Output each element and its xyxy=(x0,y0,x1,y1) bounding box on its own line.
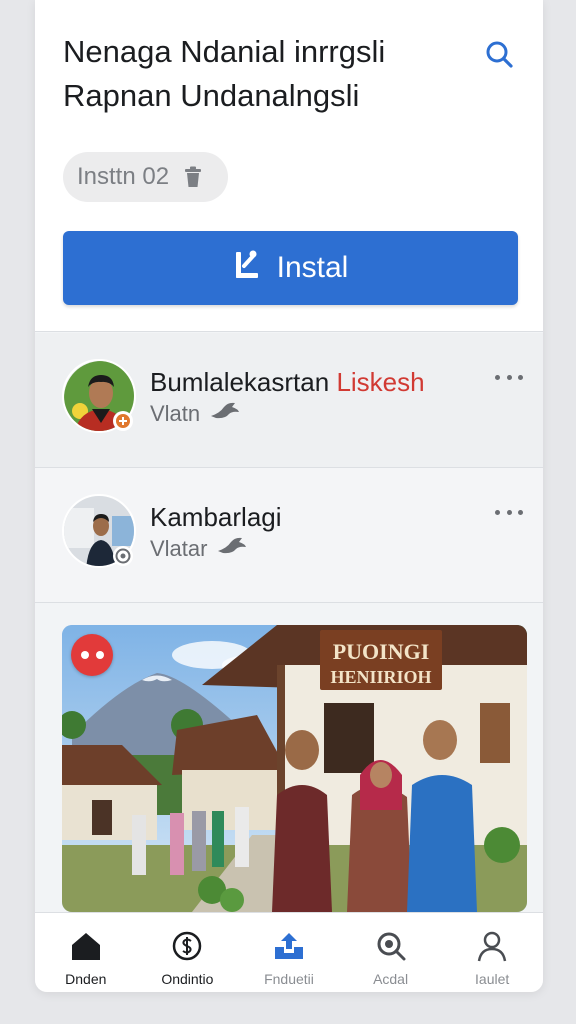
photo-card[interactable]: PUOINGI HENIIRIOH xyxy=(62,625,527,912)
app-screen: Nenaga Ndanial inrrgsli Rapnan Undanalng… xyxy=(35,0,543,992)
nav-item-currency[interactable]: Ondintio xyxy=(137,913,239,992)
item-subtitle-text: Vlatar xyxy=(150,536,208,561)
bottom-navigation: Dnden Ondintio Fnduetii Acdal Iaulet xyxy=(35,912,543,992)
photo-menu-button[interactable] xyxy=(71,634,113,676)
nav-label: Dnden xyxy=(65,971,107,987)
nav-item-search[interactable]: Acdal xyxy=(340,913,442,992)
list-item[interactable]: Bumlalekasrtan Liskesh Vlatn xyxy=(35,333,543,468)
more-options-button[interactable] xyxy=(495,504,523,520)
app-title-line1: Nenaga Ndanial inrrgsli xyxy=(63,34,386,69)
install-icon xyxy=(233,248,261,288)
sign-line2: HENIIRIOH xyxy=(330,667,431,687)
nav-item-upload[interactable]: Fnduetii xyxy=(238,913,340,992)
search-button[interactable] xyxy=(483,38,515,70)
nav-item-profile[interactable]: Iaulet xyxy=(441,913,543,992)
nav-label: Iaulet xyxy=(475,971,510,987)
item-name: Kambarlagi xyxy=(150,502,282,533)
item-subtitle: Vlatar xyxy=(150,536,247,562)
install-button[interactable]: Instal xyxy=(63,231,518,305)
upload-icon xyxy=(272,929,306,963)
home-icon xyxy=(69,929,103,963)
profile-icon xyxy=(475,929,509,963)
nav-item-home[interactable]: Dnden xyxy=(35,913,137,992)
item-name-accent: Liskesh xyxy=(336,367,425,397)
install-label: Instal xyxy=(276,251,349,284)
install-count-chip[interactable]: Insttn 02 xyxy=(63,152,228,202)
sign-line1: PUOINGI xyxy=(333,639,430,664)
nav-label: Acdal xyxy=(373,971,409,987)
app-header: Nenaga Ndanial inrrgsli Rapnan Undanalng… xyxy=(35,0,543,332)
more-options-button[interactable] xyxy=(495,369,523,385)
item-subtitle-text: Vlatn xyxy=(150,401,201,426)
item-name: Bumlalekasrtan Liskesh xyxy=(150,367,425,398)
nav-label: Fnduetii xyxy=(264,971,314,987)
item-subtitle: Vlatn xyxy=(150,401,240,427)
avatar-status-icon xyxy=(113,546,133,566)
nav-label: Ondintio xyxy=(161,971,214,987)
village-photo: PUOINGI HENIIRIOH xyxy=(62,625,527,912)
avatar-status-icon xyxy=(113,411,133,431)
bird-icon xyxy=(217,536,247,562)
trash-icon xyxy=(183,166,203,188)
bird-icon xyxy=(210,401,240,427)
app-title-line2: Rapnan Undanalngsli xyxy=(63,78,360,113)
search-icon xyxy=(486,41,513,68)
item-name-main: Bumlalekasrtan xyxy=(150,367,330,397)
list-item[interactable]: Kambarlagi Vlatar xyxy=(35,468,543,603)
item-name-main: Kambarlagi xyxy=(150,502,282,532)
chip-label: Insttn 02 xyxy=(77,163,170,190)
app-title: Nenaga Ndanial inrrgsli Rapnan Undanalng… xyxy=(63,30,463,118)
more-dots-icon xyxy=(80,651,89,659)
search-icon xyxy=(374,929,408,963)
currency-icon xyxy=(170,929,204,963)
